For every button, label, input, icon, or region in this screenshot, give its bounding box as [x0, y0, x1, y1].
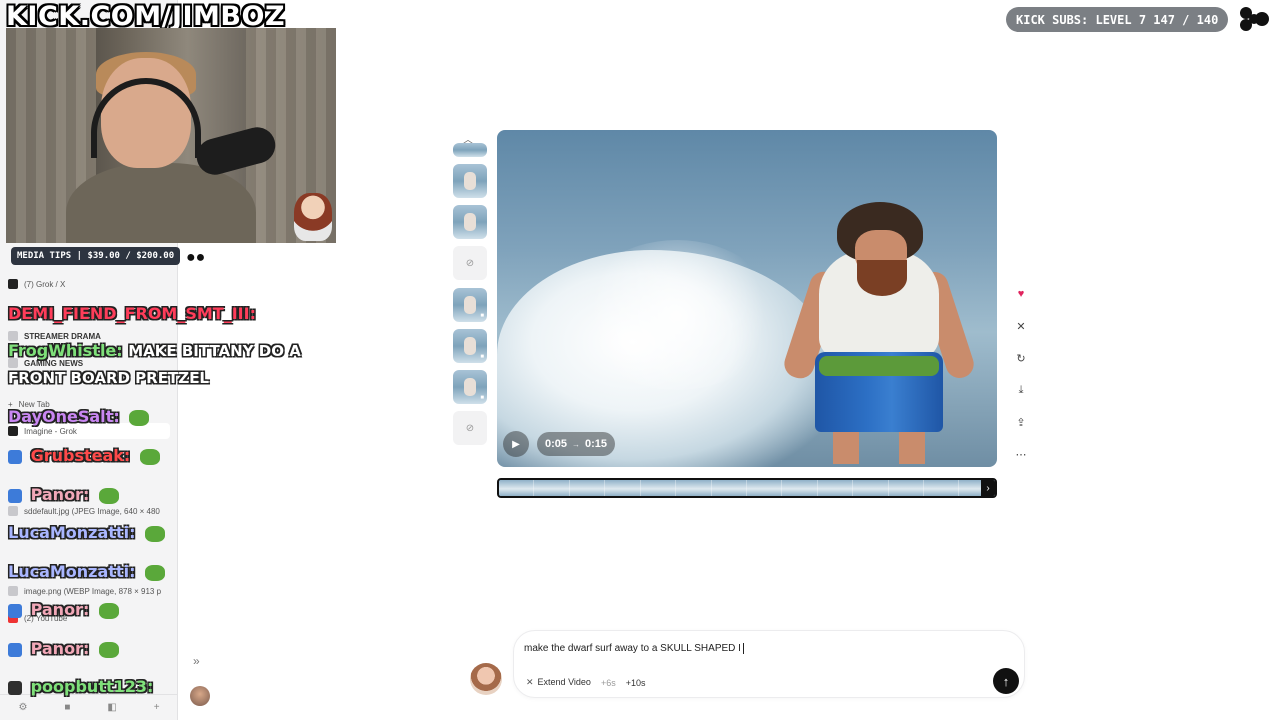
chat-message: Panor: [8, 600, 119, 619]
pepe-emote-icon [139, 448, 160, 465]
chat-message: LucaMonzatti: [8, 523, 166, 542]
chat-message: DayOneSalt: [8, 407, 150, 426]
settings-icon[interactable]: ⚙ [18, 702, 27, 713]
chat-message: FRONT BOARD PRETZEL [8, 369, 209, 387]
extend-options: ✕ Extend Video +6s +10s [526, 677, 645, 688]
webcam-feed [6, 28, 336, 243]
pepe-emote-icon [98, 641, 119, 658]
chat-username: Panor: [30, 639, 90, 658]
pepe-emote-icon [145, 525, 166, 542]
media-tips-bar: MEDIA TIPS | $39.00 / $200.00 [11, 247, 181, 265]
video-icon: ■ [480, 354, 484, 360]
chat-message: Panor: [8, 485, 119, 504]
chat-message: Panor: [8, 639, 119, 658]
badge-icon [8, 642, 22, 657]
sidebar-tab-grok-x[interactable]: (7) Grok / X [8, 276, 170, 292]
badge-icon [8, 488, 22, 503]
extend-video-chip[interactable]: ✕ Extend Video [526, 677, 591, 688]
thumbnail[interactable] [453, 164, 487, 198]
chat-message: poopbutt123: [8, 677, 153, 696]
kick-logo-icon [1240, 7, 1269, 31]
image-favicon-icon [8, 506, 18, 516]
pepe-emote-icon [98, 602, 119, 619]
text-caret [742, 643, 744, 654]
video-timeline[interactable]: › [497, 478, 997, 498]
x-share-icon[interactable]: ✕ [1010, 315, 1032, 337]
chat-message: Grubsteak: [8, 446, 160, 465]
new-tab-icon[interactable]: + [154, 702, 160, 713]
share-icon[interactable]: ⇪ [1010, 411, 1032, 433]
arrow-right-icon: → [572, 439, 581, 449]
thumbnail[interactable] [453, 205, 487, 239]
sidebar-bottom-toolbar: ⚙ ■ ◧ + [0, 694, 178, 720]
prompt-input[interactable]: make the dwarf surf away to a SKULL SHAP… [524, 643, 744, 654]
ublock-icon[interactable]: ■ [64, 702, 70, 713]
chat-message: DEMI_FIEND_FROM_SMT_III: [8, 304, 256, 323]
grok-favicon-icon [8, 426, 18, 436]
download-icon[interactable]: ⤓ [1010, 379, 1032, 401]
video-player[interactable] [497, 130, 997, 467]
image-favicon-icon [8, 586, 18, 596]
more-icon[interactable]: ⋯ [1010, 443, 1032, 465]
chat-username: Grubsteak: [30, 446, 131, 465]
thumbnail-hidden[interactable]: ⊘ [453, 246, 487, 280]
badge-icon [8, 603, 22, 618]
x-favicon-icon [8, 279, 18, 289]
chat-message: FrogWhistle: MAKE BITTANY DO A [8, 341, 301, 360]
prompt-box[interactable]: make the dwarf surf away to a SKULL SHAP… [513, 630, 1025, 698]
extensions-icon[interactable]: ◧ [107, 702, 116, 713]
chat-username: poopbutt123: [30, 677, 154, 696]
send-arrow-icon[interactable]: ↑ [993, 668, 1019, 694]
thumbnail[interactable]: ■ [453, 329, 487, 363]
eye-off-icon: ⊘ [465, 422, 475, 434]
chat-username: DayOneSalt: [8, 407, 120, 426]
player-controls: ▶ 0:05 → 0:15 [503, 431, 616, 457]
heart-icon[interactable]: ♥ [1010, 283, 1032, 305]
chat-username: Panor: [30, 485, 90, 504]
timeline-handle-icon[interactable]: › [981, 480, 995, 496]
chat-message: LucaMonzatti: [8, 562, 166, 581]
play-icon[interactable]: ▶ [503, 431, 529, 457]
close-icon[interactable]: ✕ [526, 677, 534, 687]
badge-icon [8, 680, 22, 695]
thumbnail[interactable] [453, 143, 487, 157]
emote-icon [129, 409, 150, 426]
badge-icon [8, 449, 22, 464]
thumbnail-hidden[interactable]: ⊘ [453, 411, 487, 445]
folder-icon [8, 331, 18, 341]
chat-username: FrogWhistle: [8, 341, 123, 360]
thumbnail-selected[interactable]: ■ [451, 286, 489, 324]
user-avatar[interactable] [470, 663, 502, 695]
sidebar-expand-icon[interactable]: » [193, 654, 200, 668]
chat-username: LucaMonzatti: [8, 562, 136, 581]
plus-6s-chip[interactable]: +6s [601, 678, 616, 688]
redo-icon[interactable]: ↻ [1010, 347, 1032, 369]
video-icon: ■ [480, 313, 484, 319]
chat-username: LucaMonzatti: [8, 523, 136, 542]
profile-avatar[interactable] [190, 686, 210, 706]
mascot-sticker [294, 193, 332, 241]
kick-subs-pill: KICK SUBS: LEVEL 7 147 / 140 [1006, 7, 1229, 32]
glasses-icon: ●● [186, 249, 206, 266]
chat-username: Panor: [30, 600, 90, 619]
sidebar-tab-sddefault[interactable]: sddefault.jpg (JPEG Image, 640 × 480 [8, 503, 170, 519]
chat-username: DEMI_FIEND_FROM_SMT_III: [8, 304, 256, 323]
pepe-emote-icon [98, 487, 119, 504]
eye-off-icon: ⊘ [465, 257, 475, 269]
timecode: 0:05 → 0:15 [537, 432, 616, 456]
pepe-emote-icon [145, 564, 166, 581]
sidebar-tab-image-png[interactable]: image.png (WEBP Image, 878 × 913 p [8, 583, 170, 599]
video-icon: ■ [480, 395, 484, 401]
thumbnail[interactable]: ■ [453, 370, 487, 404]
plus-10s-chip[interactable]: +10s [626, 678, 646, 688]
